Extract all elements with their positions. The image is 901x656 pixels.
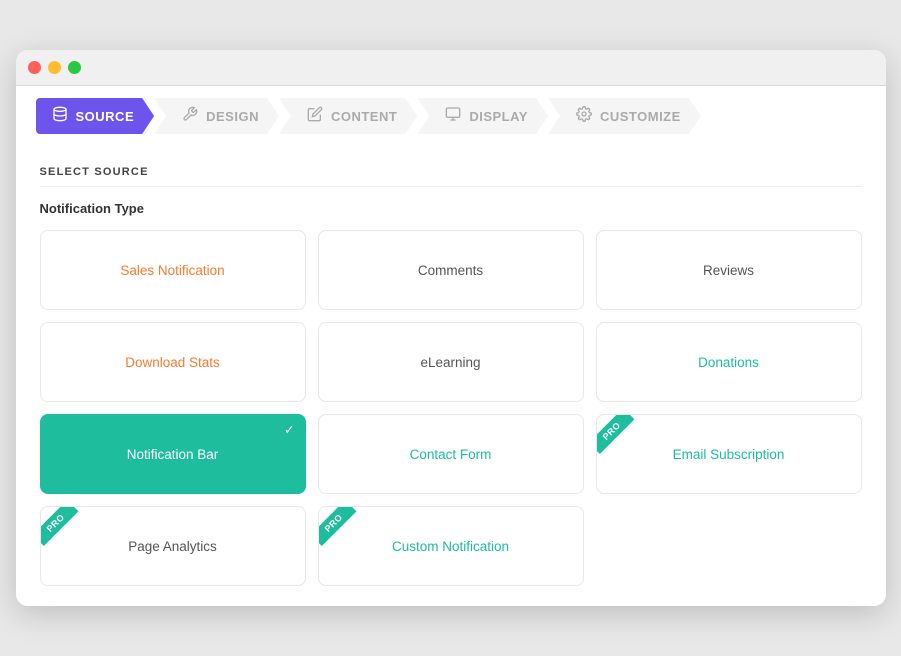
nav-label-customize: CUSTOMIZE: [600, 109, 681, 124]
app-window: SOURCE DESIGN CONTENT DISPLAY CUSTOMIZE: [16, 50, 886, 606]
dot-red[interactable]: [28, 61, 41, 74]
card-notification-bar-label: Notification Bar: [127, 447, 219, 462]
card-page-analytics-label: Page Analytics: [128, 539, 217, 554]
card-contact-form[interactable]: Contact Form: [318, 414, 584, 494]
card-contact-form-label: Contact Form: [410, 447, 492, 462]
check-badge: ✓: [275, 415, 305, 445]
nav-label-design: DESIGN: [206, 109, 259, 124]
card-notification-bar[interactable]: Notification Bar ✓: [40, 414, 306, 494]
display-icon: [445, 106, 461, 126]
nav-step-display[interactable]: DISPLAY: [417, 98, 548, 134]
card-grid: Sales Notification Comments Reviews Down…: [40, 230, 862, 586]
card-custom-notification-label: Custom Notification: [392, 539, 509, 554]
pro-ribbon-custom: [319, 507, 363, 551]
source-icon: [52, 106, 68, 126]
notification-type-label: Notification Type: [40, 201, 862, 216]
card-reviews[interactable]: Reviews: [596, 230, 862, 310]
card-comments[interactable]: Comments: [318, 230, 584, 310]
card-sales-label: Sales Notification: [120, 263, 224, 278]
nav-step-design[interactable]: DESIGN: [154, 98, 279, 134]
card-donations[interactable]: Donations: [596, 322, 862, 402]
section-title: SELECT SOURCE: [40, 166, 862, 187]
pro-ribbon-email: [597, 415, 641, 459]
dot-green[interactable]: [68, 61, 81, 74]
dot-yellow[interactable]: [48, 61, 61, 74]
nav-step-source[interactable]: SOURCE: [36, 98, 155, 134]
card-reviews-label: Reviews: [703, 263, 754, 278]
nav-label-display: DISPLAY: [469, 109, 528, 124]
customize-icon: [576, 106, 592, 126]
design-icon: [182, 106, 198, 126]
card-sales[interactable]: Sales Notification: [40, 230, 306, 310]
nav-label-content: CONTENT: [331, 109, 397, 124]
card-comments-label: Comments: [418, 263, 483, 278]
card-elearning-label: eLearning: [420, 355, 480, 370]
pro-ribbon-analytics: [41, 507, 85, 551]
card-custom-notification[interactable]: Custom Notification: [318, 506, 584, 586]
content-area: SELECT SOURCE Notification Type Sales No…: [16, 146, 886, 606]
nav-label-source: SOURCE: [76, 109, 135, 124]
card-page-analytics[interactable]: Page Analytics: [40, 506, 306, 586]
card-empty: [596, 506, 862, 586]
titlebar: [16, 50, 886, 86]
nav-step-customize[interactable]: CUSTOMIZE: [548, 98, 701, 134]
card-donations-label: Donations: [698, 355, 759, 370]
card-download-stats[interactable]: Download Stats: [40, 322, 306, 402]
content-icon: [307, 106, 323, 126]
nav-bar: SOURCE DESIGN CONTENT DISPLAY CUSTOMIZE: [16, 86, 886, 146]
card-download-stats-label: Download Stats: [125, 355, 220, 370]
card-elearning[interactable]: eLearning: [318, 322, 584, 402]
card-email-subscription[interactable]: Email Subscription: [596, 414, 862, 494]
nav-step-content[interactable]: CONTENT: [279, 98, 417, 134]
card-email-subscription-label: Email Subscription: [673, 447, 785, 462]
